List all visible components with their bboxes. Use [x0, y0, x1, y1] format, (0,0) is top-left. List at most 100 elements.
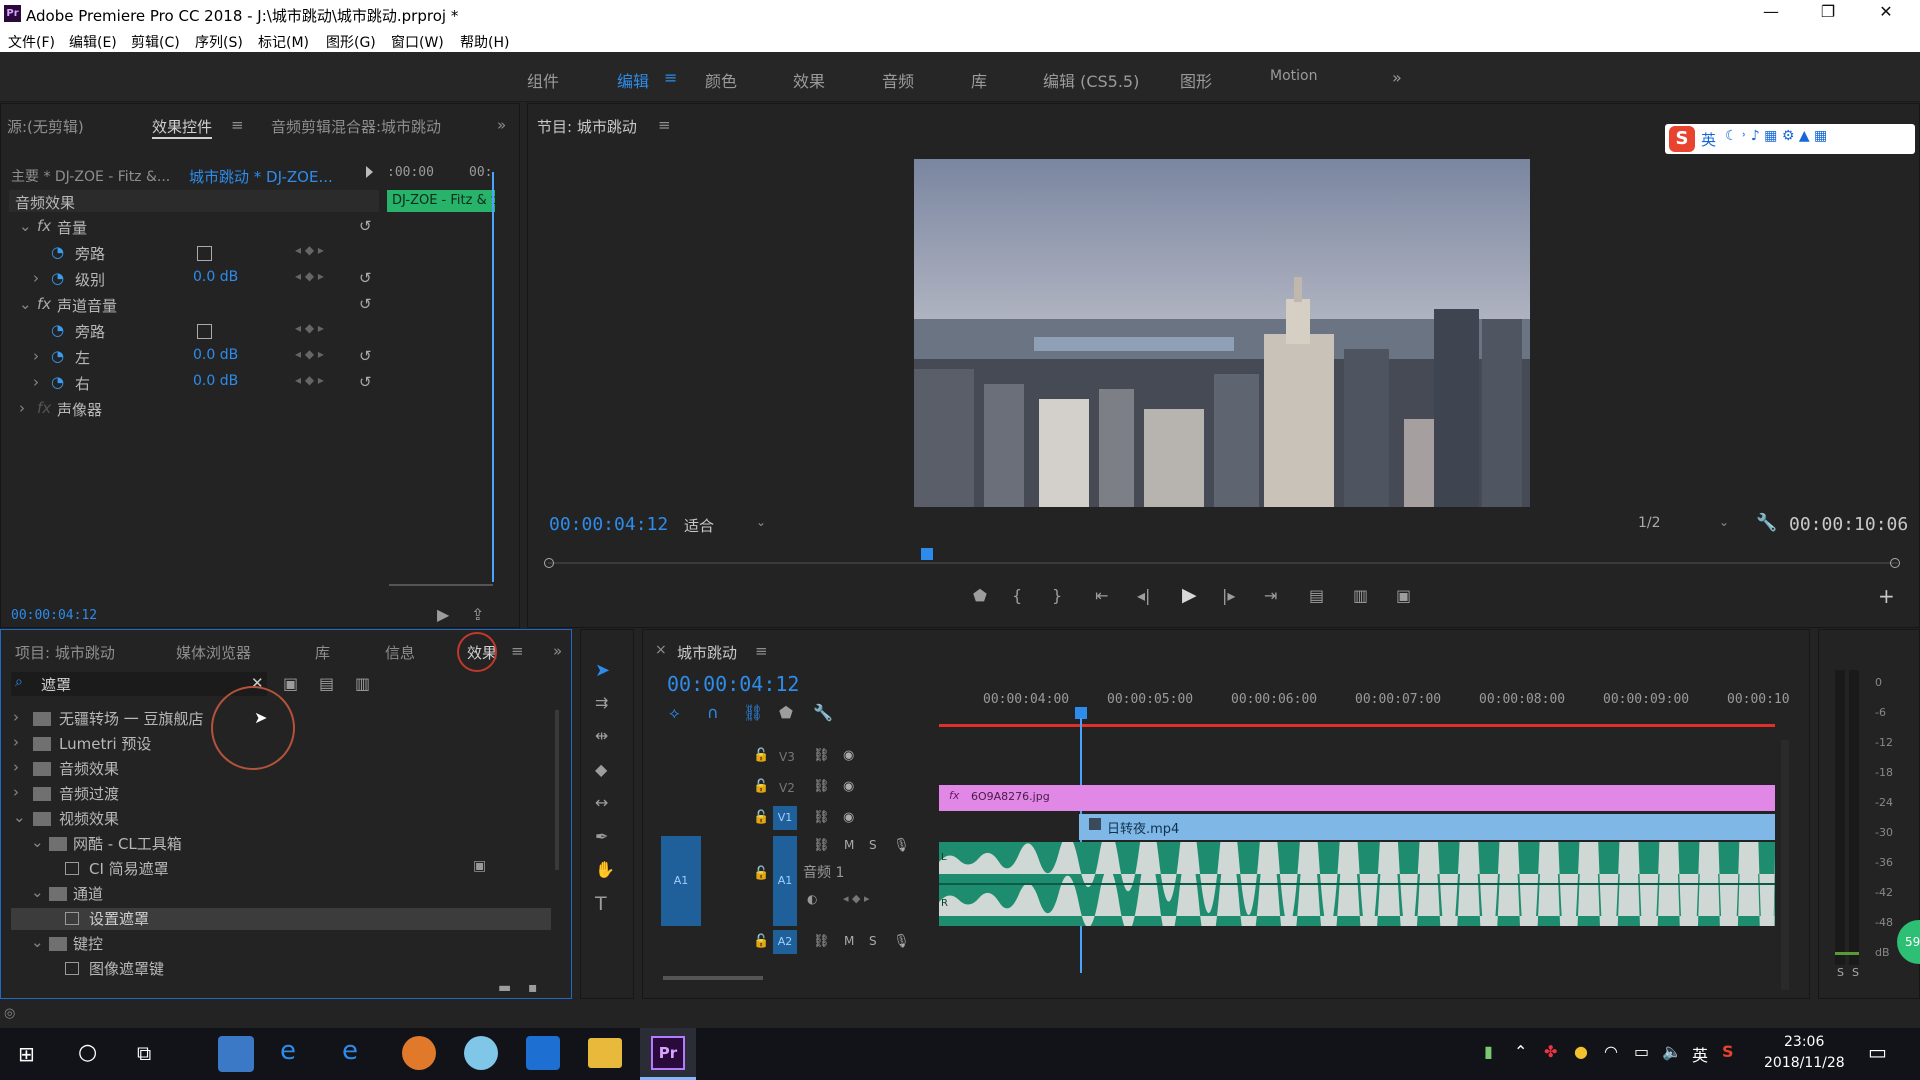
chevron-down-icon[interactable]: ⌄ — [1719, 515, 1729, 529]
keyframe-nav-icon[interactable]: ◂ ◆ ▸ — [295, 321, 324, 335]
video-preview[interactable] — [914, 159, 1530, 507]
ruler-start-handle[interactable] — [544, 558, 554, 568]
program-monitor-title[interactable]: 节目: 城市跳动 — [537, 116, 637, 137]
workspace-tab-color[interactable]: 颜色 — [705, 68, 737, 92]
lock-icon[interactable]: 🔓 — [753, 810, 769, 825]
add-marker-icon[interactable]: ⬟ — [779, 703, 793, 722]
nest-icon[interactable]: ⟡ — [669, 703, 680, 723]
expand-arrow-icon[interactable]: › — [13, 783, 19, 801]
app-icon-remote[interactable] — [218, 1036, 254, 1072]
extract-icon[interactable]: ▥ — [1353, 586, 1368, 605]
solo-button[interactable]: S — [869, 934, 877, 948]
tree-effect[interactable]: CI 简易遮罩 ▣ — [11, 858, 551, 880]
audio-clip-bar[interactable]: DJ-ZOE - Fitz & t — [387, 190, 495, 212]
tray-app-icon[interactable]: ✤ — [1544, 1042, 1557, 1061]
selection-tool-icon[interactable]: ➤ — [595, 660, 610, 681]
close-sequence-icon[interactable]: × — [655, 642, 667, 658]
volume-icon[interactable]: 🔈 — [1662, 1042, 1682, 1061]
ime-toolbar[interactable]: S 英 ☾ ˒ ♪ ▦ ⚙ ▲ ▦ — [1665, 124, 1915, 154]
more-workspaces-icon[interactable]: » — [1392, 68, 1402, 87]
reset-icon[interactable]: ↺ — [359, 295, 372, 313]
workspace-tab-editing-cs55[interactable]: 编辑 (CS5.5) — [1043, 68, 1139, 92]
playhead-line[interactable] — [492, 172, 494, 582]
work-area-bar[interactable] — [939, 724, 1775, 727]
clip-a1-audio[interactable]: L R — [939, 842, 1775, 926]
tree-effect-selected[interactable]: 设置遮罩 — [11, 908, 551, 930]
stopwatch-icon[interactable]: ◔ — [51, 373, 64, 391]
tree-folder[interactable]: › 无疆转场 一 豆旗舰店 — [11, 708, 551, 730]
tree-folder[interactable]: › 音频过渡 — [11, 783, 551, 805]
app-icon-orange[interactable] — [402, 1036, 436, 1070]
track-label[interactable]: V2 — [779, 781, 795, 795]
workspace-tab-audio[interactable]: 音频 — [882, 68, 914, 92]
stopwatch-icon[interactable]: ◔ — [51, 269, 64, 287]
edge-icon[interactable]: e — [342, 1036, 358, 1066]
lock-icon[interactable]: 🔓 — [753, 748, 769, 763]
timeline-zoom-scrollbar[interactable] — [663, 976, 763, 980]
more-tabs-icon[interactable]: » — [553, 642, 562, 660]
mute-button[interactable]: M — [844, 838, 854, 852]
menu-marker[interactable]: 标记(M) — [258, 32, 309, 52]
tab-project[interactable]: 项目: 城市跳动 — [15, 642, 115, 663]
minimize-button[interactable]: — — [1751, 2, 1791, 24]
mark-in-icon[interactable]: { — [1012, 586, 1022, 605]
sync-lock-icon[interactable]: ⛓ — [813, 810, 830, 825]
menu-help[interactable]: 帮助(H) — [460, 32, 509, 52]
panel-menu-icon[interactable]: ≡ — [755, 642, 768, 660]
go-to-out-icon[interactable]: ⇥ — [1264, 586, 1277, 605]
tree-folder[interactable]: ⌄ 通道 — [11, 883, 551, 905]
menu-clip[interactable]: 剪辑(C) — [131, 32, 180, 52]
effect-row-channel-volume[interactable]: ⌄ fx 声道音量 ↺ — [11, 295, 372, 317]
program-playhead[interactable] — [921, 548, 933, 560]
eye-icon[interactable]: ◉ — [843, 779, 854, 794]
export-icon[interactable]: ⇪ — [471, 605, 484, 624]
right-value[interactable]: 0.0 dB — [193, 373, 238, 389]
sequence-clip-label[interactable]: 城市跳动 * DJ-ZOE... — [189, 166, 369, 187]
workspace-tab-assembly[interactable]: 组件 — [527, 68, 559, 92]
close-button[interactable]: ✕ — [1866, 2, 1906, 24]
step-forward-icon[interactable]: |▸ — [1222, 586, 1235, 605]
clip-v1[interactable]: 日转夜.mp4 — [1079, 814, 1775, 840]
accelerated-effects-icon[interactable]: ▣ — [283, 674, 298, 693]
type-tool-icon[interactable]: T — [595, 893, 607, 915]
track-target-a2[interactable]: A2 — [773, 930, 797, 954]
search-input[interactable]: 遮罩 — [41, 674, 71, 695]
tree-folder[interactable]: ⌄ 视频效果 — [11, 808, 551, 830]
solo-button[interactable]: S — [869, 838, 877, 852]
reset-icon[interactable]: ↺ — [359, 217, 372, 235]
zoom-scrollbar[interactable] — [389, 584, 493, 586]
microphone-icon[interactable]: 🎙 — [893, 934, 910, 949]
mark-out-icon[interactable]: } — [1052, 586, 1062, 605]
expand-arrow-icon[interactable]: ⌄ — [31, 833, 44, 851]
premiere-icon[interactable]: Pr — [651, 1036, 685, 1070]
program-timecode[interactable]: 00:00:04:12 — [549, 514, 668, 535]
workspace-tab-motion[interactable]: Motion — [1270, 68, 1317, 84]
keyframe-nav-icon[interactable]: ◂ ◆ ▸ — [843, 892, 870, 905]
chevron-down-icon[interactable]: ⌄ — [756, 515, 766, 529]
expand-arrow-icon[interactable]: ⌄ — [31, 933, 44, 951]
expand-arrow-icon[interactable]: › — [13, 708, 19, 726]
tree-folder[interactable]: ⌄ 网酷 - CL工具箱 — [11, 833, 551, 855]
left-value[interactable]: 0.0 dB — [193, 347, 238, 363]
tab-media-browser[interactable]: 媒体浏览器 — [176, 642, 251, 663]
file-explorer-icon[interactable] — [588, 1038, 622, 1068]
expand-arrow-icon[interactable]: › — [33, 373, 39, 391]
volume-knob-icon[interactable]: ◐ — [807, 892, 817, 906]
stopwatch-icon[interactable]: ◔ — [51, 347, 64, 365]
sync-lock-icon[interactable]: ⛓ — [813, 934, 830, 949]
menu-edit[interactable]: 编辑(E) — [69, 32, 117, 52]
effect-controls-timecode[interactable]: 00:00:04:12 — [11, 608, 97, 623]
show-hidden-icons-icon[interactable]: ⌃ — [1514, 1042, 1527, 1061]
effect-row-panner[interactable]: › fx 声像器 — [11, 399, 371, 421]
lock-icon[interactable]: 🔓 — [753, 866, 769, 881]
wifi-icon[interactable]: ◠ — [1604, 1042, 1618, 1061]
32bit-effects-icon[interactable]: ▤ — [319, 674, 334, 693]
tree-folder[interactable]: ⌄ 键控 — [11, 933, 551, 955]
lock-icon[interactable]: 🔓 — [753, 779, 769, 794]
menu-file[interactable]: 文件(F) — [8, 32, 55, 52]
keyframe-nav-icon[interactable]: ◂ ◆ ▸ — [295, 373, 324, 387]
play-clip-icon[interactable] — [366, 166, 373, 178]
button-editor-add[interactable]: + — [1878, 584, 1895, 608]
battery-app-icon[interactable]: ▮ — [1484, 1042, 1493, 1061]
fit-dropdown[interactable]: 适合 — [684, 515, 714, 536]
